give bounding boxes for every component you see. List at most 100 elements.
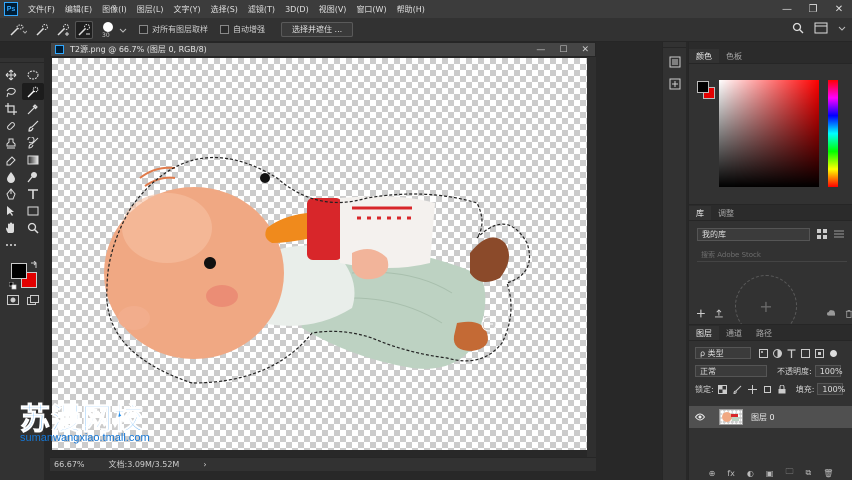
path-selection-tool[interactable] (0, 202, 22, 219)
pen-tool[interactable] (0, 185, 22, 202)
smart-object-filter-icon[interactable] (815, 348, 824, 358)
pixel-filter-icon[interactable] (759, 348, 768, 358)
menu-layer[interactable]: 图层(L) (137, 4, 164, 15)
layer-row[interactable]: 图层 0 (689, 406, 852, 428)
blend-mode-select[interactable]: 正常 (695, 365, 767, 377)
lock-artboard-icon[interactable] (763, 385, 772, 394)
crop-tool[interactable] (0, 100, 22, 117)
new-selection-button[interactable] (33, 21, 51, 39)
swap-colors-icon[interactable] (30, 261, 38, 269)
sample-all-layers-checkbox[interactable] (139, 25, 148, 34)
trash-icon[interactable] (845, 309, 852, 318)
opacity-input[interactable]: 100% (814, 365, 843, 377)
add-icon[interactable] (697, 309, 705, 318)
lock-position-icon[interactable] (747, 384, 757, 394)
move-tool[interactable] (0, 66, 22, 83)
vertical-scrollbar[interactable] (587, 57, 596, 457)
menu-window[interactable]: 窗口(W) (356, 4, 386, 15)
grid-view-icon[interactable] (817, 229, 827, 239)
status-menu-arrow[interactable]: › (203, 460, 206, 469)
more-tools[interactable] (0, 236, 22, 253)
panel-foreground-color[interactable] (697, 81, 709, 93)
default-colors-icon[interactable] (9, 282, 17, 290)
adjustment-filter-icon[interactable] (773, 348, 782, 358)
tab-paths[interactable]: 路径 (749, 326, 779, 340)
layer-style-icon[interactable]: fx (727, 469, 735, 478)
menu-3d[interactable]: 3D(D) (285, 5, 309, 14)
lock-all-icon[interactable] (778, 384, 786, 394)
subtract-from-selection-button[interactable] (75, 20, 93, 39)
history-brush-tool[interactable] (22, 134, 44, 151)
maximize-button[interactable]: ❐ (800, 0, 826, 18)
zoom-tool[interactable] (22, 219, 44, 236)
lasso-tool[interactable] (0, 83, 22, 100)
upload-icon[interactable] (714, 308, 723, 318)
brush-tool[interactable] (22, 117, 44, 134)
properties-panel-icon[interactable] (669, 78, 681, 90)
history-panel-icon[interactable] (669, 56, 681, 68)
hand-tool[interactable] (0, 219, 22, 236)
close-button[interactable]: ✕ (826, 0, 852, 18)
foreground-color[interactable] (11, 263, 27, 279)
menu-file[interactable]: 文件(F) (28, 4, 55, 15)
link-layers-icon[interactable]: ⊕ (709, 469, 716, 478)
menu-type[interactable]: 文字(Y) (173, 4, 200, 15)
eye-icon[interactable] (695, 413, 705, 421)
search-icon[interactable] (792, 22, 804, 34)
menu-edit[interactable]: 编辑(E) (65, 4, 92, 15)
menu-select[interactable]: 选择(S) (211, 4, 238, 15)
filter-toggle-icon[interactable] (829, 349, 838, 358)
library-search-input[interactable]: 搜索 Adobe Stock (697, 249, 847, 262)
add-mask-icon[interactable]: ◐ (747, 469, 754, 478)
document-restore-button[interactable]: ☐ (559, 45, 567, 55)
document-close-button[interactable]: ✕ (581, 45, 589, 55)
type-tool[interactable] (22, 185, 44, 202)
tab-layers[interactable]: 图层 (689, 326, 719, 340)
shape-filter-icon[interactable] (801, 348, 810, 358)
hue-slider[interactable] (828, 80, 838, 187)
gradient-tool[interactable] (22, 151, 44, 168)
minimize-button[interactable]: — (774, 0, 800, 18)
tab-libraries[interactable]: 库 (689, 206, 711, 220)
clone-stamp-tool[interactable] (0, 134, 22, 151)
group-folder-icon[interactable]: 🗀 (785, 466, 793, 480)
fill-input[interactable]: 100% (817, 383, 845, 395)
tab-channels[interactable]: 通道 (719, 326, 749, 340)
tool-preset-picker[interactable] (6, 21, 30, 39)
brush-size-picker[interactable]: 30 (101, 21, 117, 39)
new-layer-icon[interactable]: ⧉ (805, 468, 811, 478)
eraser-tool[interactable] (0, 151, 22, 168)
menu-view[interactable]: 视图(V) (319, 4, 347, 15)
blur-tool[interactable] (0, 168, 22, 185)
chevron-down-icon[interactable] (838, 24, 846, 32)
menu-filter[interactable]: 滤镜(T) (248, 4, 275, 15)
tab-swatches[interactable]: 色板 (719, 49, 749, 63)
healing-brush-tool[interactable] (0, 117, 22, 134)
select-and-mask-button[interactable]: 选择并遮住 ... (281, 22, 354, 37)
workspace-icon[interactable] (814, 22, 828, 34)
dodge-tool[interactable] (22, 168, 44, 185)
lock-transparent-icon[interactable] (717, 384, 727, 394)
canvas[interactable] (52, 58, 587, 450)
tab-color[interactable]: 颜色 (689, 49, 719, 63)
lock-pixels-icon[interactable] (733, 385, 742, 394)
quick-selection-tool[interactable] (22, 83, 44, 100)
adjustment-layer-icon[interactable]: ▣ (766, 469, 774, 478)
document-tab[interactable]: T2源.png @ 66.7% (图层 0, RGB/8) — ☐ ✕ (50, 42, 596, 57)
eyedropper-tool[interactable] (22, 100, 44, 117)
auto-enhance-checkbox[interactable] (220, 25, 229, 34)
chevron-down-icon[interactable] (119, 26, 127, 34)
rectangle-tool[interactable] (22, 202, 44, 219)
zoom-level[interactable]: 66.67% (54, 460, 85, 469)
delete-layer-icon[interactable]: 🗑 (823, 469, 833, 478)
color-field[interactable] (719, 80, 819, 187)
document-minimize-button[interactable]: — (536, 45, 545, 55)
list-view-icon[interactable] (834, 229, 844, 239)
cloud-sync-icon[interactable] (826, 309, 836, 317)
add-to-selection-button[interactable] (54, 21, 72, 39)
layer-filter-select[interactable]: ρ 类型 (695, 347, 751, 359)
library-select[interactable]: 我的库 (697, 228, 810, 241)
menu-help[interactable]: 帮助(H) (397, 4, 425, 15)
menu-image[interactable]: 图像(I) (102, 4, 127, 15)
marquee-tool[interactable] (22, 66, 44, 83)
